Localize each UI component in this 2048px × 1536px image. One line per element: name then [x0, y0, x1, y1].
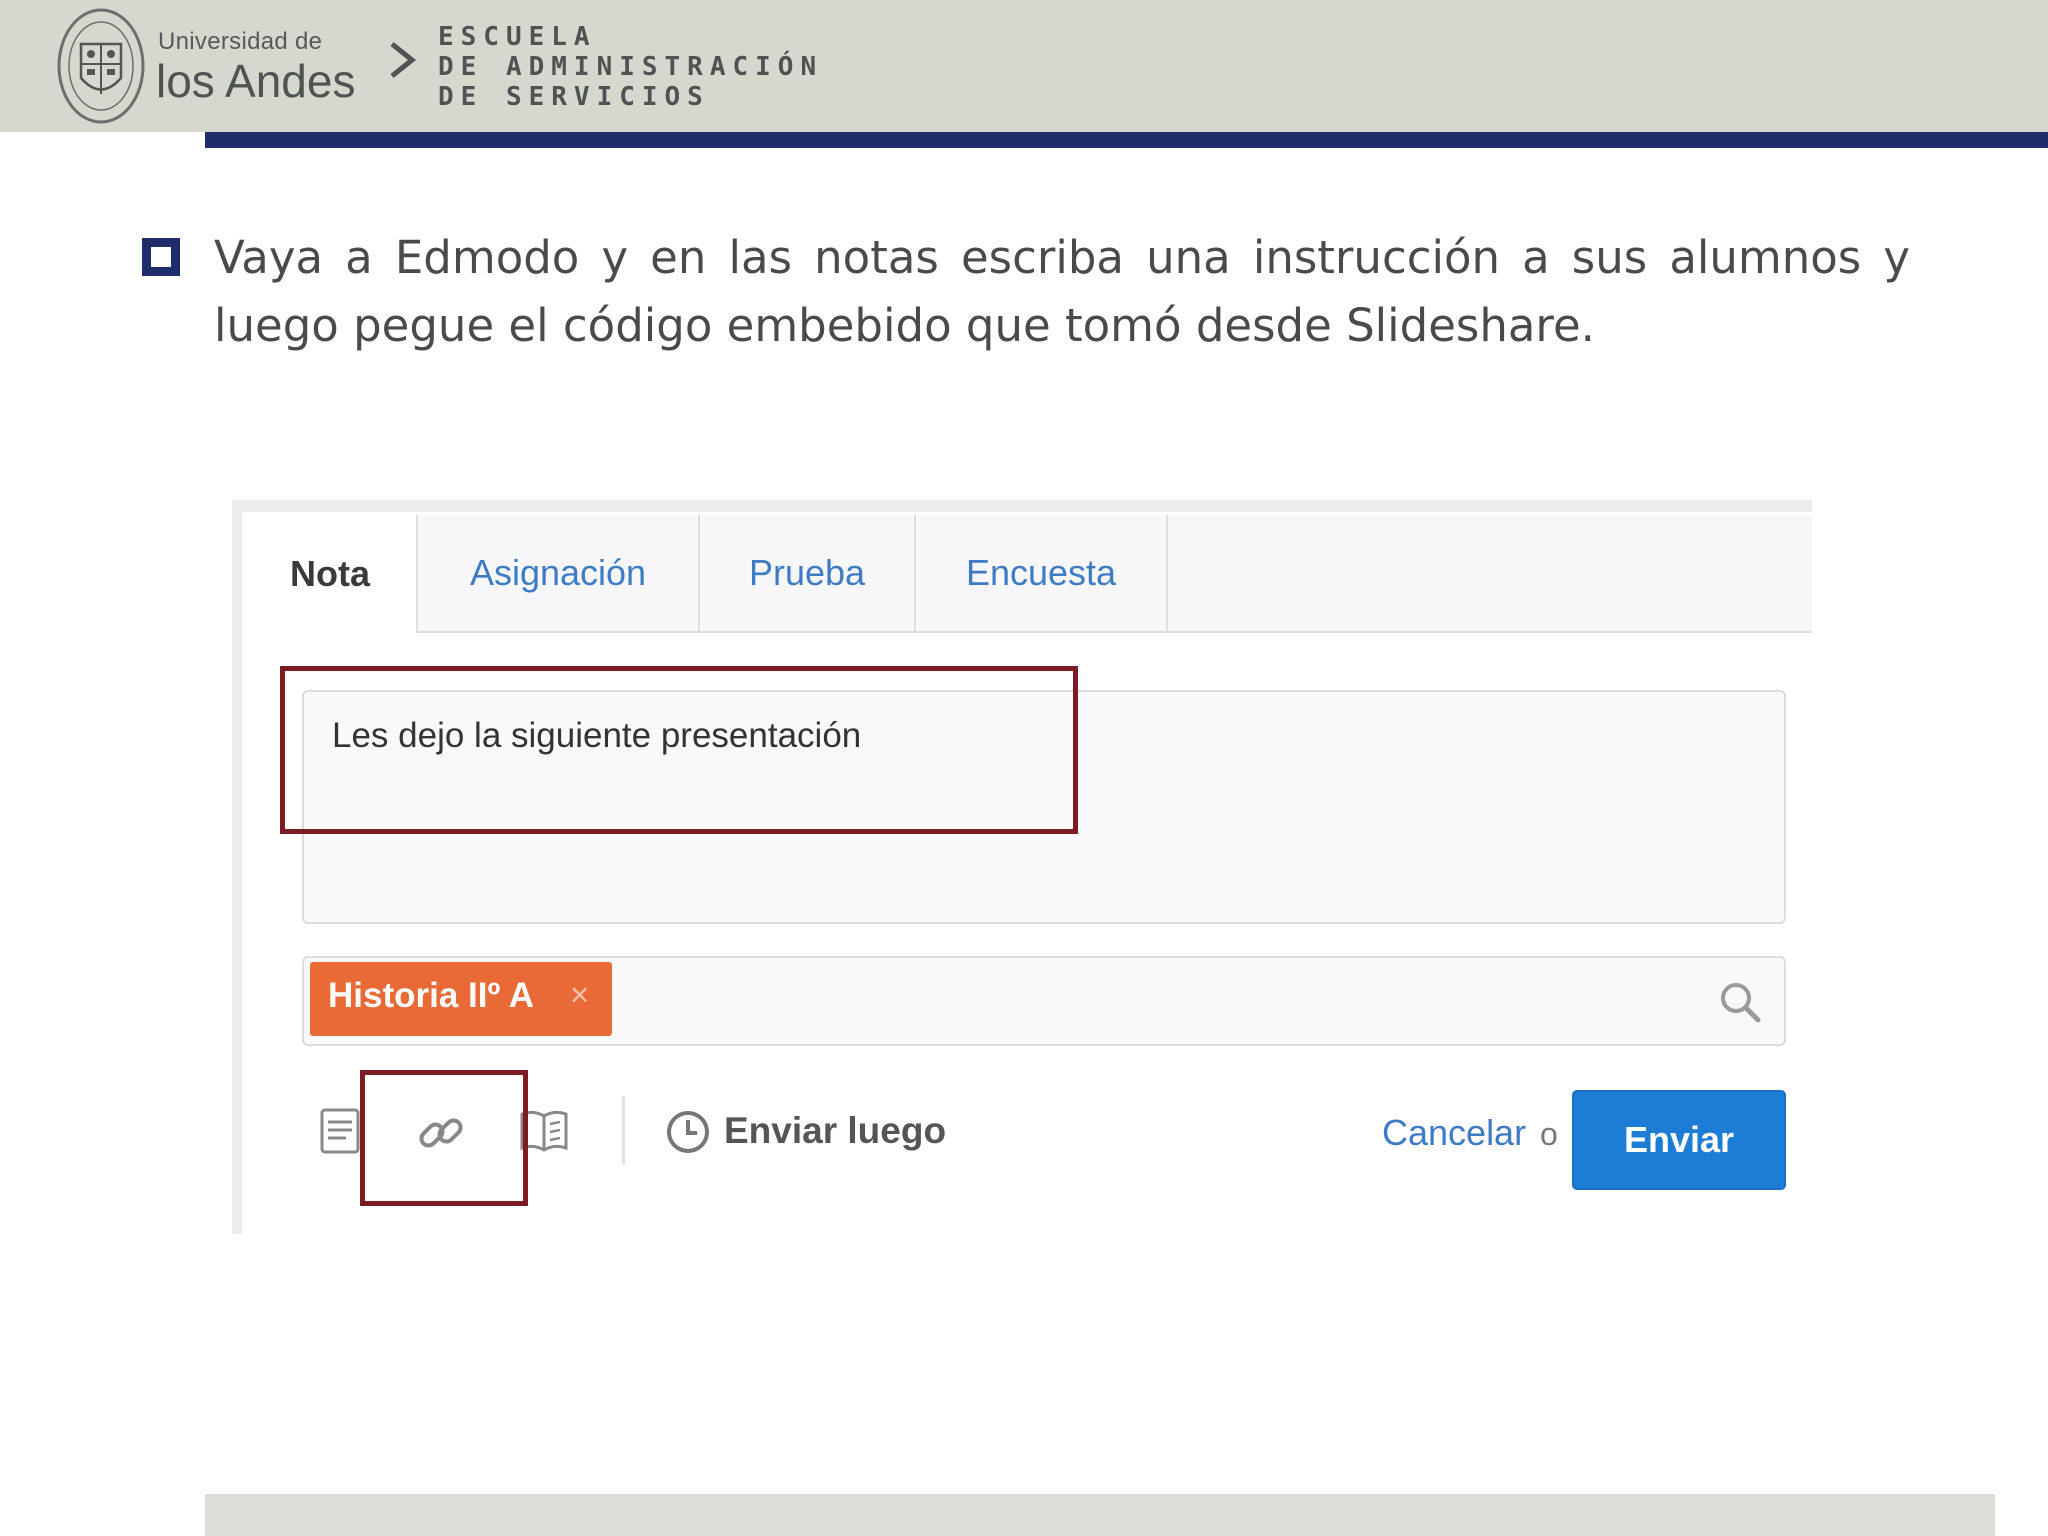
university-label-small: Universidad de [158, 28, 323, 55]
remove-tag-close-icon[interactable]: × [570, 976, 589, 1014]
header-divider [205, 132, 2048, 148]
send-button[interactable]: Enviar [1572, 1090, 1786, 1190]
toolbar-divider [622, 1096, 625, 1164]
instruction-text: Vaya a Edmodo y en las notas escriba una… [214, 231, 1910, 352]
search-icon[interactable] [1716, 978, 1764, 1026]
screenshot-frame-top [232, 500, 1812, 512]
chevron-right-icon [390, 42, 417, 78]
tab-nota[interactable]: Nota [244, 515, 418, 633]
tab-encuesta[interactable]: Encuesta [916, 515, 1168, 631]
note-highlight-box [280, 666, 1078, 834]
send-later-button[interactable]: Enviar luego [724, 1110, 946, 1152]
slide-footer-bar [205, 1494, 1995, 1536]
recipient-tag-label: Historia IIº A [328, 976, 534, 1015]
tab-asignacion[interactable]: Asignación [418, 515, 700, 631]
school-name-line-3: DE SERVICIOS [438, 82, 710, 112]
or-label: o [1540, 1116, 1558, 1152]
screenshot-frame-left [232, 500, 242, 1234]
bullet-square-icon [142, 238, 180, 276]
link-highlight-box [360, 1070, 528, 1206]
post-type-tabs: Nota Asignación Prueba Encuesta [244, 515, 1812, 633]
university-label-big: los Andes [156, 55, 356, 107]
university-seal-logo [57, 8, 145, 124]
school-name: ESCUELA DE ADMINISTRACIÓN DE SERVICIOS [438, 22, 823, 112]
school-name-line-2: DE ADMINISTRACIÓN [438, 52, 824, 82]
clock-icon[interactable] [664, 1108, 712, 1156]
note-icon[interactable] [318, 1106, 364, 1156]
tab-prueba[interactable]: Prueba [700, 515, 916, 631]
cancel-link[interactable]: Cancelar [1382, 1112, 1526, 1154]
school-name-line-1: ESCUELA [438, 22, 597, 52]
